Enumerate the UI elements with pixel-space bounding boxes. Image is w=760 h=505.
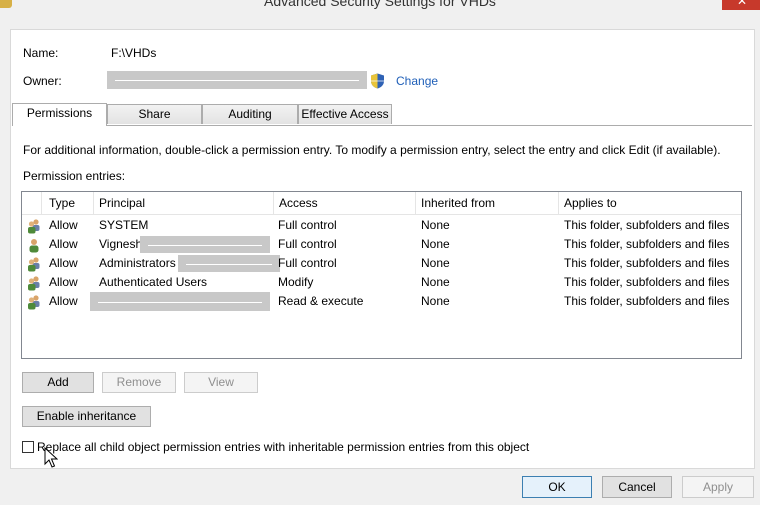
row-type: Allow xyxy=(49,256,78,270)
row-inherited-from: None xyxy=(421,294,450,308)
owner-value-redacted xyxy=(107,71,367,89)
row-access: Full control xyxy=(278,218,337,232)
view-button[interactable]: View xyxy=(184,372,258,393)
column-header-type[interactable]: Type xyxy=(44,192,94,214)
name-label: Name: xyxy=(23,46,59,60)
row-type: Allow xyxy=(49,237,78,251)
replace-child-permissions-label[interactable]: Replace all child object permission entr… xyxy=(37,440,529,454)
users-group-icon xyxy=(28,219,40,234)
name-value: F:\VHDs xyxy=(111,46,157,60)
table-row[interactable]: Allow Read & execute None This folder, s… xyxy=(22,292,741,311)
window-title: Advanced Security Settings for VHDs xyxy=(264,0,496,9)
column-header-applies-to[interactable]: Applies to xyxy=(559,192,741,214)
permission-entries-list[interactable]: Type Principal Access Inherited from App… xyxy=(21,191,742,359)
row-access: Modify xyxy=(278,275,314,289)
tab-auditing[interactable]: Auditing xyxy=(202,104,298,124)
row-applies-to: This folder, subfolders and files xyxy=(564,256,730,270)
column-header-inherited-from[interactable]: Inherited from xyxy=(416,192,559,214)
mouse-cursor-icon xyxy=(44,447,58,468)
row-inherited-from: None xyxy=(421,237,450,251)
row-access: Read & execute xyxy=(278,294,364,308)
change-owner-link[interactable]: Change xyxy=(396,74,438,88)
row-principal: Vignesh xyxy=(99,237,143,251)
row-principal: Administrators xyxy=(99,256,176,270)
close-button[interactable]: ✕ xyxy=(722,0,760,10)
principal-redacted xyxy=(90,292,270,311)
row-inherited-from: None xyxy=(421,275,450,289)
apply-button[interactable]: Apply xyxy=(682,476,754,498)
ok-button[interactable]: OK xyxy=(522,476,592,498)
row-principal: Authenticated Users xyxy=(99,275,208,289)
table-row[interactable]: Allow SYSTEM Full control None This fold… xyxy=(22,216,741,235)
cancel-button[interactable]: Cancel xyxy=(602,476,672,498)
table-row[interactable]: Vignesh Allow Full control None This fol… xyxy=(22,235,741,254)
column-header-access[interactable]: Access xyxy=(274,192,416,214)
row-inherited-from: None xyxy=(421,256,450,270)
column-header-principal[interactable]: Principal xyxy=(94,192,274,214)
column-header-icon xyxy=(22,192,42,214)
row-access: Full control xyxy=(278,237,337,251)
row-type: Allow xyxy=(49,294,78,308)
user-icon xyxy=(29,239,39,253)
row-type: Allow xyxy=(49,275,78,289)
enable-inheritance-button[interactable]: Enable inheritance xyxy=(22,406,151,427)
row-access: Full control xyxy=(278,256,337,270)
table-row[interactable]: Allow Authenticated Users Modify None Th… xyxy=(22,273,741,292)
remove-button[interactable]: Remove xyxy=(102,372,176,393)
table-row[interactable]: Allow Administrators Full control None T… xyxy=(22,254,741,273)
row-applies-to: This folder, subfolders and files xyxy=(564,218,730,232)
row-principal: SYSTEM xyxy=(99,218,149,232)
tab-share[interactable]: Share xyxy=(107,104,202,124)
users-group-icon xyxy=(28,257,40,272)
replace-child-permissions-checkbox[interactable] xyxy=(22,441,34,453)
row-type: Allow xyxy=(49,218,78,232)
close-icon: ✕ xyxy=(737,0,748,8)
uac-shield-icon xyxy=(371,73,384,89)
tab-effective-access[interactable]: Effective Access xyxy=(298,104,392,124)
permission-entries-label: Permission entries: xyxy=(23,169,126,183)
owner-label: Owner: xyxy=(23,74,62,88)
principal-redacted xyxy=(178,255,280,272)
info-text: For additional information, double-click… xyxy=(23,143,721,157)
row-applies-to: This folder, subfolders and files xyxy=(564,294,730,308)
title-bar: Advanced Security Settings for VHDs ✕ xyxy=(0,0,760,10)
tab-panel-border xyxy=(12,125,752,126)
row-applies-to: This folder, subfolders and files xyxy=(564,237,730,251)
users-group-icon xyxy=(28,295,40,310)
add-button[interactable]: Add xyxy=(22,372,94,393)
list-header: Type Principal Access Inherited from App… xyxy=(22,192,741,215)
row-inherited-from: None xyxy=(421,218,450,232)
tab-permissions[interactable]: Permissions xyxy=(12,103,107,126)
principal-redacted xyxy=(140,236,270,253)
row-applies-to: This folder, subfolders and files xyxy=(564,275,730,289)
users-group-icon xyxy=(28,276,40,291)
